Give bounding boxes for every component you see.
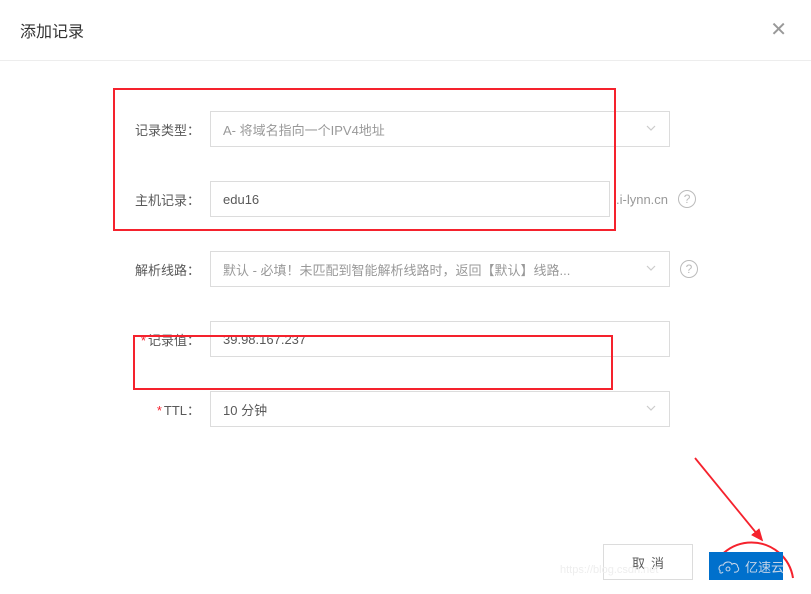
field-record-value — [210, 321, 670, 357]
confirm-button[interactable] — [709, 552, 783, 580]
modal-header: 添加记录 ✕ — [0, 0, 811, 61]
field-ttl: 10 分钟 — [210, 391, 670, 427]
chevron-down-icon — [645, 402, 657, 417]
row-record-value: 记录值： — [30, 321, 781, 357]
select-record-type[interactable]: A- 将域名指向一个IPV4地址 — [210, 111, 670, 147]
row-host-record: 主机记录： .i-lynn.cn ? — [30, 181, 781, 217]
input-host-record[interactable] — [223, 182, 597, 216]
input-host-record-wrap — [210, 181, 610, 217]
row-line: 解析线路： 默认 - 必填！未匹配到智能解析线路时，返回【默认】线路... ? — [30, 251, 781, 287]
cancel-button[interactable]: 取消 — [603, 544, 693, 580]
select-ttl[interactable]: 10 分钟 — [210, 391, 670, 427]
field-line: 默认 - 必填！未匹配到智能解析线路时，返回【默认】线路... ? — [210, 251, 698, 287]
footer: 取消 — [603, 544, 783, 580]
row-ttl: TTL： 10 分钟 — [30, 391, 781, 427]
close-icon[interactable]: ✕ — [770, 20, 787, 40]
chevron-down-icon — [645, 262, 657, 277]
select-record-type-value: A- 将域名指向一个IPV4地址 — [223, 120, 385, 139]
help-icon[interactable]: ? — [678, 190, 696, 208]
label-record-type: 记录类型： — [30, 120, 210, 139]
label-ttl: TTL： — [30, 400, 210, 419]
select-line[interactable]: 默认 - 必填！未匹配到智能解析线路时，返回【默认】线路... — [210, 251, 670, 287]
form-area: 记录类型： A- 将域名指向一个IPV4地址 主机记录： .i-lynn.cn … — [0, 61, 811, 481]
label-line: 解析线路： — [30, 260, 210, 279]
field-host-record: .i-lynn.cn ? — [210, 181, 696, 217]
modal-title: 添加记录 — [20, 18, 84, 42]
field-record-type: A- 将域名指向一个IPV4地址 — [210, 111, 670, 147]
select-line-value: 默认 - 必填！未匹配到智能解析线路时，返回【默认】线路... — [223, 260, 570, 279]
label-host-record: 主机记录： — [30, 190, 210, 209]
chevron-down-icon — [645, 122, 657, 137]
input-record-value[interactable] — [223, 322, 657, 356]
input-record-value-wrap — [210, 321, 670, 357]
row-record-type: 记录类型： A- 将域名指向一个IPV4地址 — [30, 101, 781, 147]
domain-suffix: .i-lynn.cn — [616, 192, 668, 207]
label-record-value: 记录值： — [30, 330, 210, 349]
help-icon[interactable]: ? — [680, 260, 698, 278]
select-ttl-value: 10 分钟 — [223, 400, 267, 419]
